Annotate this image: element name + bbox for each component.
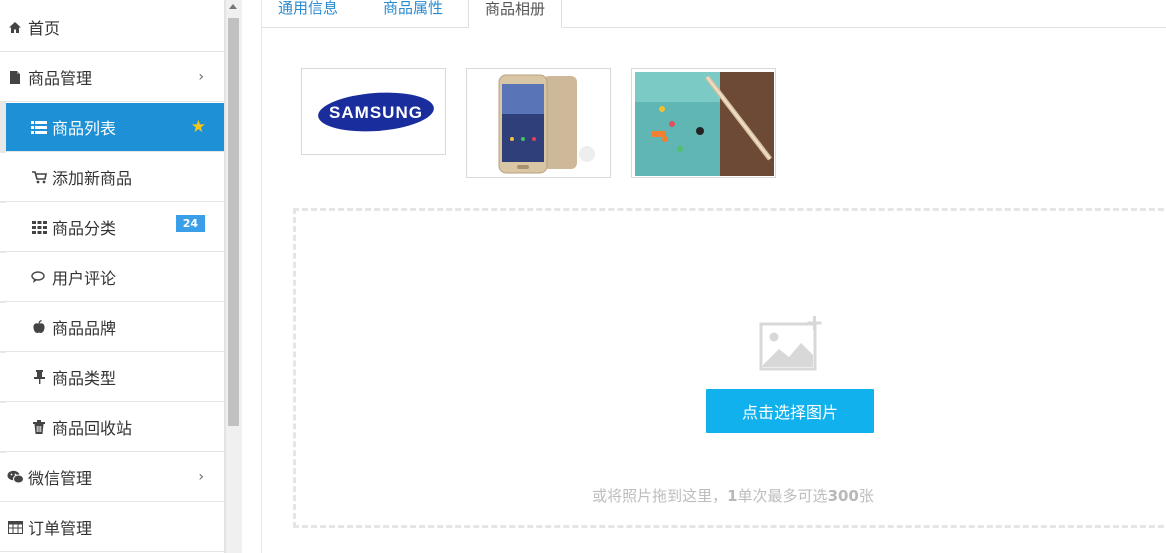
list-icon xyxy=(30,120,48,134)
sidebar-item-product-recycle-bin[interactable]: 商品回收站 xyxy=(0,403,224,452)
sidebar-item-product-management[interactable]: 商品管理 › xyxy=(0,53,224,102)
file-icon xyxy=(6,70,24,85)
sidebar-item-wechat-management[interactable]: 微信管理 › xyxy=(0,453,224,502)
stylus-product-image xyxy=(632,69,775,177)
cart-icon xyxy=(30,170,48,184)
sidebar: 首页 商品管理 › 商品列表 ★ 添加新商品 商品分类 24 用户评论 商品品牌… xyxy=(0,0,225,553)
chevron-right-icon: › xyxy=(198,469,204,485)
comments-icon xyxy=(30,270,48,284)
home-icon xyxy=(6,21,24,34)
sidebar-item-label: 商品类型 xyxy=(52,369,117,388)
album-image-phone[interactable] xyxy=(466,68,611,178)
wechat-icon xyxy=(6,470,24,484)
sidebar-item-label: 订单管理 xyxy=(28,519,93,538)
chevron-right-icon: › xyxy=(198,69,204,85)
sidebar-item-label: 用户评论 xyxy=(52,269,117,288)
tab-product-album[interactable]: 商品相册 xyxy=(468,0,563,28)
sidebar-item-label: 商品品牌 xyxy=(52,319,117,338)
sidebar-item-label: 商品回收站 xyxy=(52,419,133,438)
album-image-samsung-logo[interactable]: SAMSUNG xyxy=(301,68,446,155)
sidebar-item-product-list[interactable]: 商品列表 ★ xyxy=(6,103,224,152)
choose-image-button[interactable]: 点击选择图片 xyxy=(706,389,874,433)
album-image-stylus[interactable] xyxy=(631,68,776,178)
sidebar-item-user-comments[interactable]: 用户评论 xyxy=(0,253,224,302)
table-icon xyxy=(6,520,24,534)
sidebar-item-product-category[interactable]: 商品分类 24 xyxy=(0,203,224,252)
tab-bar: 通用信息 商品属性 商品相册 xyxy=(262,0,1166,28)
tab-general-info[interactable]: 通用信息 xyxy=(262,0,354,27)
pin-icon xyxy=(30,370,48,384)
sidebar-item-label: 微信管理 xyxy=(28,469,93,488)
samsung-logo-image: SAMSUNG xyxy=(302,69,445,154)
main-panel: 通用信息 商品属性 商品相册 SAMSUNG 点击选择图片 或将照片拖到这里，1… xyxy=(261,0,1166,553)
samsung-logo-text: SAMSUNG xyxy=(329,103,423,122)
tab-product-attributes[interactable]: 商品属性 xyxy=(367,0,459,27)
sidebar-item-order-management[interactable]: 订单管理 xyxy=(0,503,224,552)
drag-drop-hint: 或将照片拖到这里，1单次最多可选300张 xyxy=(592,487,874,505)
sidebar-item-label: 商品管理 xyxy=(28,69,93,88)
scrollbar-thumb[interactable] xyxy=(228,18,239,426)
scroll-up-arrow-icon[interactable] xyxy=(229,4,237,9)
star-icon[interactable]: ★ xyxy=(191,117,206,137)
phone-product-image xyxy=(467,69,610,177)
apple-icon xyxy=(30,320,48,334)
sidebar-scrollbar[interactable] xyxy=(225,0,242,553)
count-badge: 24 xyxy=(175,215,205,232)
sidebar-item-label: 商品列表 xyxy=(52,119,117,138)
sidebar-item-product-type[interactable]: 商品类型 xyxy=(0,353,224,402)
trash-icon xyxy=(30,420,48,434)
sidebar-item-home[interactable]: 首页 xyxy=(0,3,224,52)
upload-dropzone[interactable]: 点击选择图片 或将照片拖到这里，1单次最多可选300张 xyxy=(293,208,1166,528)
sidebar-item-product-brand[interactable]: 商品品牌 xyxy=(0,303,224,352)
sidebar-item-label: 商品分类 xyxy=(52,219,117,238)
sidebar-item-label: 首页 xyxy=(28,19,61,38)
add-image-icon xyxy=(759,316,822,371)
sidebar-item-label: 添加新商品 xyxy=(52,169,133,188)
grid-icon xyxy=(30,220,48,234)
sidebar-item-add-product[interactable]: 添加新商品 xyxy=(0,153,224,202)
